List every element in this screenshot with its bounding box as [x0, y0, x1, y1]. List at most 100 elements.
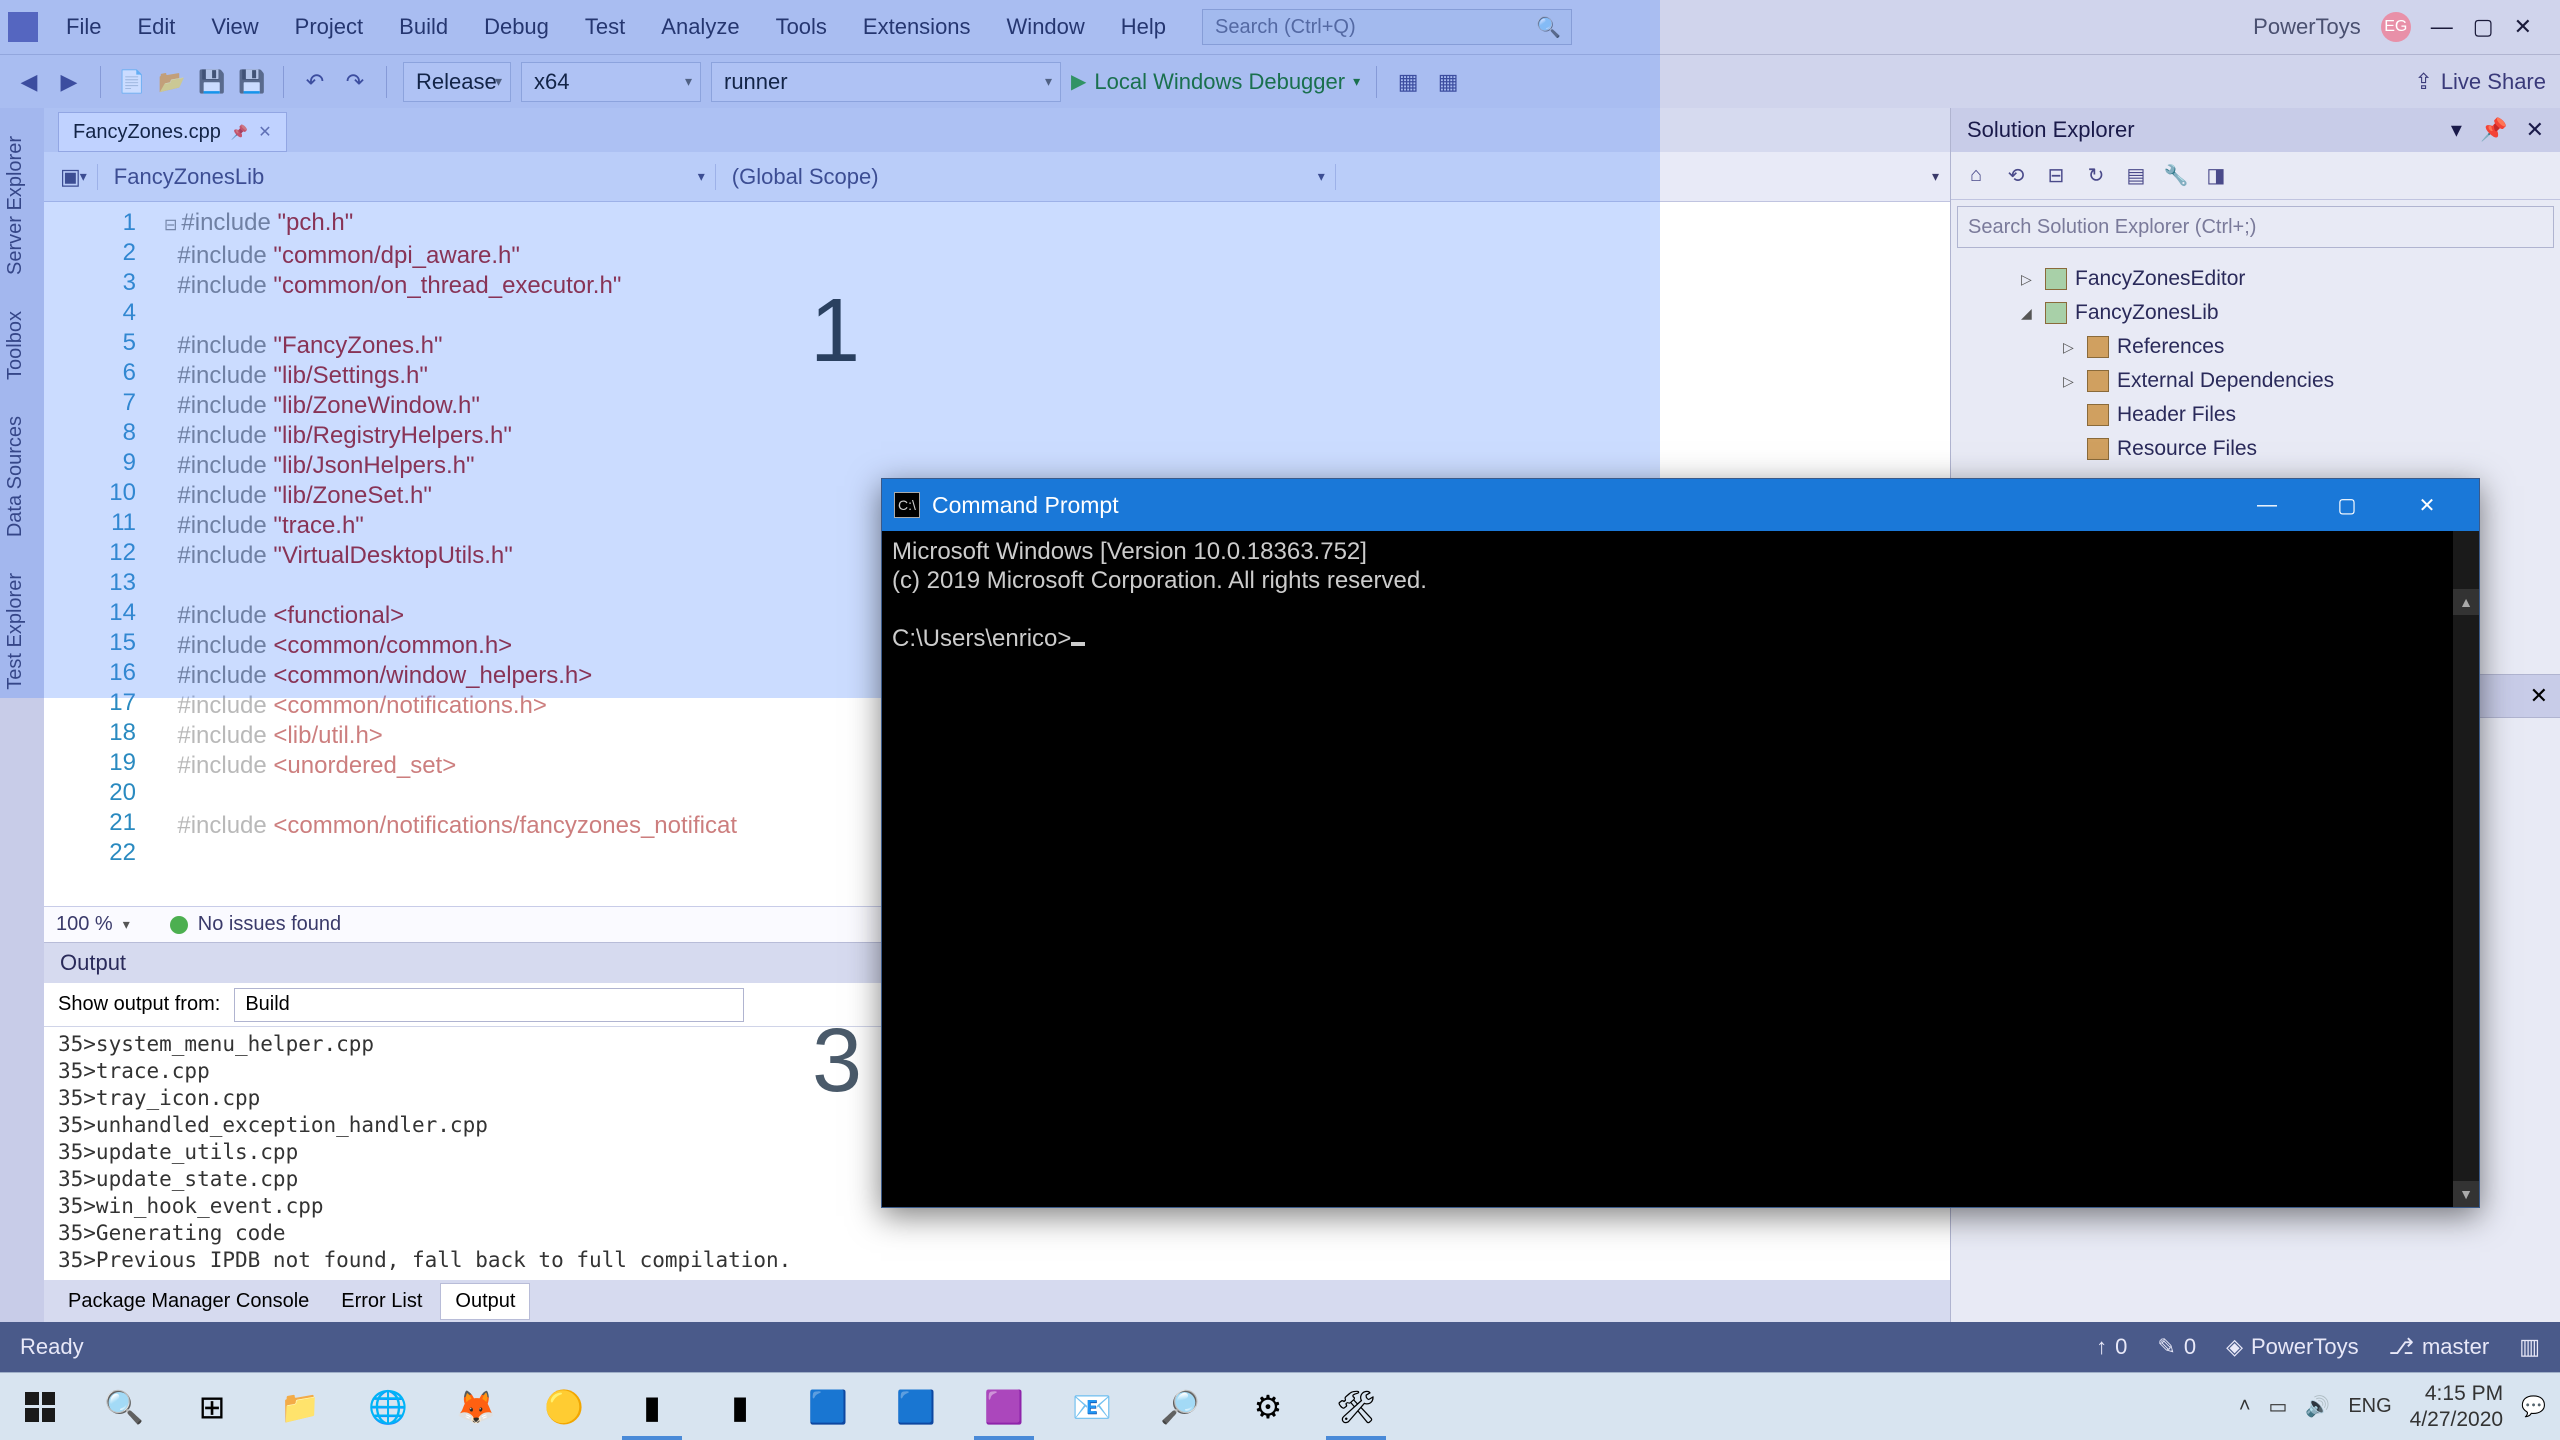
- language-indicator[interactable]: ENG: [2348, 1395, 2391, 1418]
- powershell-button[interactable]: 🟦: [784, 1373, 872, 1440]
- close-tab-icon[interactable]: ✕: [258, 122, 271, 142]
- menu-view[interactable]: View: [203, 10, 266, 44]
- menu-window[interactable]: Window: [999, 10, 1093, 44]
- show-all-icon[interactable]: ▤: [2121, 161, 2151, 191]
- undo-button[interactable]: ↶: [300, 67, 330, 97]
- menu-edit[interactable]: Edit: [129, 10, 183, 44]
- preview-icon[interactable]: ◨: [2201, 161, 2231, 191]
- output-source-dropdown[interactable]: Build: [234, 988, 744, 1022]
- clock[interactable]: 4:15 PM 4/27/2020: [2410, 1381, 2503, 1433]
- test-explorer-tab[interactable]: Test Explorer: [0, 555, 44, 708]
- close-button[interactable]: ✕: [2514, 14, 2532, 40]
- config-dropdown[interactable]: Release: [403, 62, 511, 102]
- scroll-up-icon[interactable]: ▲: [2453, 589, 2479, 615]
- terminal-button[interactable]: ▮: [696, 1373, 784, 1440]
- new-item-button[interactable]: 📄: [117, 67, 147, 97]
- menu-help[interactable]: Help: [1113, 10, 1174, 44]
- cmd-taskbar-button[interactable]: ▮: [608, 1373, 696, 1440]
- menu-project[interactable]: Project: [287, 10, 371, 44]
- solution-tree[interactable]: ▷FancyZonesEditor◢FancyZonesLib▷Referenc…: [1951, 254, 2560, 474]
- error-list-tab[interactable]: Error List: [327, 1284, 436, 1319]
- cmd-close-button[interactable]: ✕: [2387, 480, 2467, 530]
- cmd-titlebar[interactable]: C:\ Command Prompt — ▢ ✕: [882, 479, 2479, 531]
- properties-icon[interactable]: 🔧: [2161, 161, 2191, 191]
- menu-analyze[interactable]: Analyze: [653, 10, 747, 44]
- home-icon[interactable]: ⌂: [1961, 161, 1991, 191]
- tree-node[interactable]: ◢FancyZonesLib: [1963, 296, 2548, 330]
- sync-icon[interactable]: ⟲: [2001, 161, 2031, 191]
- redo-button[interactable]: ↷: [340, 67, 370, 97]
- save-button[interactable]: 💾: [197, 67, 227, 97]
- battery-icon[interactable]: ▭: [2269, 1394, 2288, 1419]
- settings-taskbar-button[interactable]: ⚙: [1224, 1373, 1312, 1440]
- notification-icon[interactable]: 💬: [2521, 1394, 2546, 1419]
- outlook-button[interactable]: 📧: [1048, 1373, 1136, 1440]
- nav-fwd-button[interactable]: ▶: [54, 67, 84, 97]
- repo-name[interactable]: ◈PowerToys: [2226, 1334, 2359, 1360]
- tree-node[interactable]: Resource Files: [1963, 432, 2548, 466]
- status-tray-icon[interactable]: ▥: [2519, 1334, 2540, 1360]
- save-all-button[interactable]: 💾: [237, 67, 267, 97]
- magnifier-button[interactable]: 🔎: [1136, 1373, 1224, 1440]
- close-props-icon[interactable]: ✕: [2530, 683, 2548, 709]
- collapse-icon[interactable]: ⊟: [2041, 161, 2071, 191]
- task-view-button[interactable]: ⊞: [168, 1373, 256, 1440]
- search-button[interactable]: 🔍: [80, 1373, 168, 1440]
- tree-node[interactable]: ▷References: [1963, 330, 2548, 364]
- cmd-maximize-button[interactable]: ▢: [2307, 480, 2387, 530]
- menu-test[interactable]: Test: [577, 10, 633, 44]
- startup-dropdown[interactable]: runner: [711, 62, 1061, 102]
- output-tab[interactable]: Output: [440, 1283, 530, 1320]
- toolbox-tab[interactable]: Toolbox: [0, 293, 44, 398]
- tree-node[interactable]: Header Files: [1963, 398, 2548, 432]
- chrome-button[interactable]: 🟡: [520, 1373, 608, 1440]
- open-button[interactable]: 📂: [157, 67, 187, 97]
- menu-file[interactable]: File: [58, 10, 109, 44]
- context-project-dropdown[interactable]: FancyZonesLib: [98, 164, 716, 190]
- tree-node[interactable]: ▷External Dependencies: [1963, 364, 2548, 398]
- nav-back-button[interactable]: ◀: [14, 67, 44, 97]
- tree-node[interactable]: ▷FancyZonesEditor: [1963, 262, 2548, 296]
- vs-taskbar-button[interactable]: 🟪: [960, 1373, 1048, 1440]
- toolbar-misc-1[interactable]: ▦: [1393, 67, 1423, 97]
- pin-panel-icon[interactable]: 📌: [2480, 117, 2507, 142]
- toolbar-misc-2[interactable]: ▦: [1433, 67, 1463, 97]
- dropdown-icon[interactable]: ▾: [2451, 117, 2462, 142]
- volume-icon[interactable]: 🔊: [2305, 1394, 2330, 1419]
- live-share-button[interactable]: ⇪ Live Share: [2414, 69, 2546, 95]
- maximize-button[interactable]: ▢: [2473, 14, 2494, 40]
- cmd-scrollbar[interactable]: ▲ ▼: [2453, 531, 2479, 1207]
- file-explorer-button[interactable]: 📁: [256, 1373, 344, 1440]
- cmd-minimize-button[interactable]: —: [2227, 480, 2307, 530]
- pin-icon[interactable]: 📌: [231, 124, 248, 141]
- start-button[interactable]: [0, 1373, 80, 1440]
- command-prompt-window[interactable]: C:\ Command Prompt — ▢ ✕ Microsoft Windo…: [881, 478, 2480, 1208]
- context-scope-dropdown[interactable]: (Global Scope): [716, 164, 1336, 190]
- vscode-button[interactable]: 🟦: [872, 1373, 960, 1440]
- menu-debug[interactable]: Debug: [476, 10, 557, 44]
- user-avatar[interactable]: EG: [2381, 12, 2411, 42]
- tray-chevron-icon[interactable]: ˄: [2239, 1395, 2251, 1418]
- branch-name[interactable]: ⎇master: [2389, 1334, 2490, 1360]
- editor-tab-fancyzones[interactable]: FancyZones.cpp 📌 ✕: [58, 112, 287, 152]
- zoom-level[interactable]: 100 %: [56, 913, 113, 936]
- edge-button[interactable]: 🌐: [344, 1373, 432, 1440]
- start-debug-button[interactable]: ▶ Local Windows Debugger ▾: [1071, 69, 1360, 95]
- close-panel-icon[interactable]: ✕: [2526, 117, 2544, 142]
- powertoys-button[interactable]: 🛠: [1312, 1373, 1400, 1440]
- minimize-button[interactable]: —: [2431, 14, 2453, 40]
- cmd-output[interactable]: Microsoft Windows [Version 10.0.18363.75…: [882, 531, 2479, 1207]
- menu-tools[interactable]: Tools: [768, 10, 835, 44]
- taskbar: 🔍 ⊞ 📁 🌐 🦊 🟡 ▮ ▮ 🟦 🟦 🟪 📧 🔎 ⚙ 🛠 ˄ ▭ 🔊 ENG …: [0, 1372, 2560, 1440]
- server-explorer-tab[interactable]: Server Explorer: [0, 118, 44, 293]
- scroll-down-icon[interactable]: ▼: [2453, 1181, 2479, 1207]
- sol-search-input[interactable]: Search Solution Explorer (Ctrl+;): [1957, 206, 2554, 248]
- refresh-icon[interactable]: ↻: [2081, 161, 2111, 191]
- menu-build[interactable]: Build: [391, 10, 456, 44]
- pkg-mgr-tab[interactable]: Package Manager Console: [54, 1284, 323, 1319]
- global-search-input[interactable]: Search (Ctrl+Q) 🔍: [1202, 9, 1572, 45]
- menu-extensions[interactable]: Extensions: [855, 10, 979, 44]
- firefox-button[interactable]: 🦊: [432, 1373, 520, 1440]
- data-sources-tab[interactable]: Data Sources: [0, 398, 44, 555]
- platform-dropdown[interactable]: x64: [521, 62, 701, 102]
